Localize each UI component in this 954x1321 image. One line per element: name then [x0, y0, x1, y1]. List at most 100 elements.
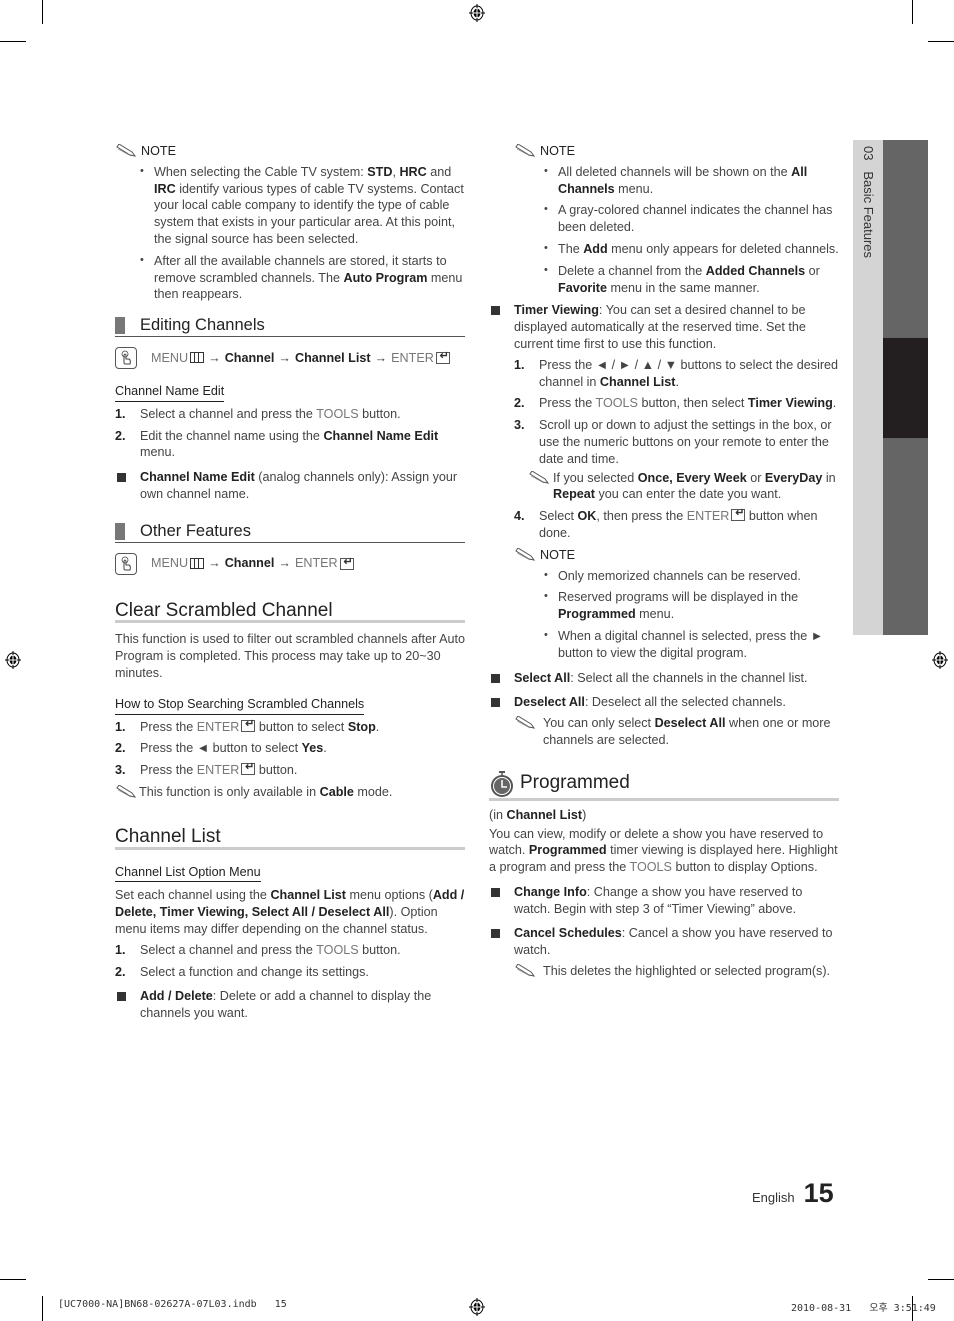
bullet-item: A gray-colored channel indicates the cha…: [544, 201, 839, 236]
side-tab-block-upper: [883, 140, 928, 338]
change-info-item: Change Info: Change a show you have rese…: [489, 884, 839, 918]
bullet-item: When selecting the Cable TV system: STD,…: [140, 163, 465, 248]
timer-viewing-item: Timer Viewing: You can set a desired cha…: [489, 302, 839, 352]
bullet-item: When a digital channel is selected, pres…: [544, 627, 839, 662]
pencil-note-icon: [515, 548, 536, 561]
left-column: NOTE When selecting the Cable TV system:…: [115, 143, 465, 1022]
step: 1. Select a channel and press the TOOLS b…: [115, 942, 401, 957]
section-heading-clear-scrambled: Clear Scrambled Channel: [115, 601, 465, 624]
heading-bar: [115, 522, 125, 540]
page-footer: English 15: [752, 1178, 834, 1209]
programmed-body: You can view, modify or delete a show yo…: [489, 826, 838, 875]
registration-mark-icon: [5, 651, 21, 669]
pencil-note-icon: [515, 964, 536, 977]
clock-icon: [491, 770, 513, 797]
subsection-heading: Channel List Option Menu: [115, 864, 261, 883]
step: 2. Select a function and change its setti…: [115, 964, 369, 979]
heading-bar: [115, 317, 125, 334]
inline-note: This function is only available in Cable…: [115, 784, 465, 801]
page-number: 15: [803, 1178, 834, 1208]
print-slug-file: [UC7000-NA]BN68-02627A-07L03.indb 15: [58, 1299, 287, 1310]
step: 2. Press the TOOLS button, then select Ti…: [514, 396, 837, 411]
select-all-item: Select All: Select all the channels in t…: [489, 670, 839, 687]
pencil-note-icon: [116, 784, 137, 798]
section-heading-channel-list: Channel List: [115, 827, 465, 850]
pencil-note-icon: [515, 716, 536, 729]
chapter-label: 03 Basic Features: [861, 146, 876, 258]
inline-note: You can only select Deselect All when on…: [489, 715, 839, 749]
steps-list: 1. Select a channel and press the TOOLS b…: [115, 406, 465, 461]
step: 1. Press the ◄ / ► / ▲ / ▼ buttons to sel…: [514, 357, 839, 389]
square-bullet-item: Add / Delete: Delete or add a channel to…: [115, 988, 465, 1022]
chapter-title: Basic Features: [861, 171, 876, 259]
subsection-heading: How to Stop Searching Scrambled Channels: [115, 696, 365, 715]
pencil-note-icon: [116, 144, 137, 158]
enter-icon: [241, 716, 256, 732]
menu-label: MENU: [151, 350, 189, 365]
inline-note: This deletes the highlighted or selected…: [489, 963, 839, 980]
menu-icon: [190, 558, 205, 570]
cancel-schedules-item: Cancel Schedules: Cancel a show you have…: [489, 925, 839, 959]
note-bullets: All deleted channels will be shown on th…: [544, 163, 839, 297]
timer-steps-list: 1. Press the ◄ / ► / ▲ / ▼ buttons to sel…: [514, 357, 839, 542]
side-tab-block-lower: [883, 438, 928, 635]
registration-mark-icon: [932, 651, 948, 669]
square-bullet-item: Channel Name Edit (analog channels only)…: [115, 469, 465, 503]
note-bullets: Only memorized channels can be reserved.…: [544, 567, 839, 662]
menu-path: MENU → Channel → Channel List → ENTER: [115, 346, 465, 369]
step: 2. Edit the channel name using the Channe…: [115, 428, 439, 460]
section-body: Set each channel using the Channel List …: [115, 888, 465, 936]
step: 1.Press the ENTER button to select Stop.: [115, 716, 465, 736]
step: 4.Select OK, then press the ENTER button…: [514, 505, 839, 542]
note-label: NOTE: [141, 144, 176, 158]
enter-icon: [435, 348, 450, 365]
section-heading-programmed: Programmed: [489, 770, 839, 801]
hand-press-icon: [115, 552, 137, 575]
steps-list: 1.Press the ENTER button to select Stop.…: [115, 716, 465, 779]
enter-icon: [731, 505, 746, 522]
crop-mark: [928, 1279, 954, 1280]
section-heading-other-features: Other Features: [115, 522, 465, 543]
crop-mark: [912, 0, 913, 24]
print-slug-timestamp: 2010-08-31 오후 3:51:49: [791, 1303, 936, 1314]
registration-mark-icon: [469, 1298, 485, 1316]
crop-mark: [42, 0, 43, 24]
note-bullets: When selecting the Cable TV system: STD,…: [140, 163, 465, 303]
deselect-all-item: Deselect All: Deselect all the selected …: [489, 694, 839, 711]
language-label: English: [752, 1190, 795, 1205]
right-column: NOTE All deleted channels will be shown …: [489, 143, 839, 980]
crop-mark: [42, 1296, 43, 1321]
steps-list: 1. Select a channel and press the TOOLS b…: [115, 942, 465, 981]
enter-label: ENTER: [391, 350, 434, 365]
menu-icon: [190, 352, 205, 364]
hand-press-icon: [115, 346, 137, 369]
bullet-item: All deleted channels will be shown on th…: [544, 163, 839, 198]
bullet-item: Reserved programs will be displayed in t…: [544, 588, 839, 623]
inline-note: If you selected Once, Every Week or Ever…: [529, 470, 839, 504]
step: 3. Scroll up or down to adjust the settin…: [514, 417, 839, 503]
step: 2. Press the ◄ button to select Yes.: [115, 741, 327, 756]
step: 1. Select a channel and press the TOOLS b…: [115, 406, 401, 421]
section-body: This function is used to filter out scra…: [115, 632, 466, 680]
chapter-number: 03: [861, 146, 876, 161]
pencil-note-icon: [515, 144, 536, 158]
enter-icon: [241, 759, 256, 776]
side-tab-block-active: [883, 338, 928, 438]
pencil-note-icon: [529, 470, 550, 484]
bullet-item: After all the available channels are sto…: [140, 252, 465, 303]
bullet-item: The Add menu only appears for deleted ch…: [544, 240, 839, 258]
programmed-context: (in Channel List): [489, 807, 587, 822]
bullet-item: Delete a channel from the Added Channels…: [544, 262, 839, 297]
subsection-heading: Channel Name Edit: [115, 383, 225, 402]
crop-mark: [0, 1279, 26, 1280]
step: 3.Press the ENTER button.: [115, 759, 465, 779]
crop-mark: [928, 41, 954, 42]
section-heading-editing-channels: Editing Channels: [115, 317, 465, 337]
note-heading: NOTE: [514, 143, 839, 160]
note-heading: NOTE: [514, 547, 839, 564]
registration-mark-icon: [469, 4, 485, 22]
enter-icon: [339, 554, 354, 570]
chapter-side-tab: 03 Basic Features: [853, 140, 883, 635]
menu-path: MENU → Channel → ENTER: [115, 552, 465, 575]
note-heading: NOTE: [115, 143, 465, 160]
